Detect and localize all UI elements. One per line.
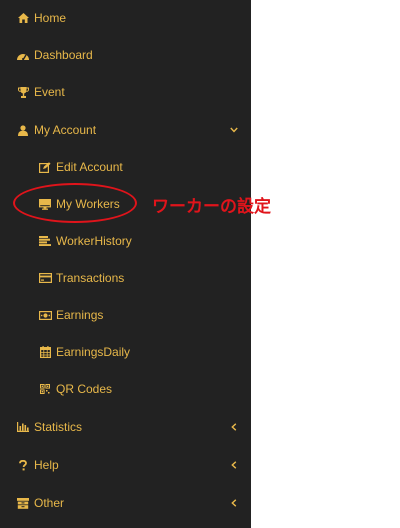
user-icon xyxy=(16,123,30,137)
sidebar-item-label: Statistics xyxy=(34,420,83,434)
question-icon xyxy=(16,458,30,472)
sidebar-item-statistics[interactable]: Statistics xyxy=(0,409,251,445)
sidebar-item-earnings[interactable]: Earnings xyxy=(0,297,251,333)
chevron-left-icon xyxy=(229,422,239,432)
sidebar-item-label: Other xyxy=(34,496,65,510)
chevron-down-icon xyxy=(229,125,239,135)
sidebar-item-transactions[interactable]: Transactions xyxy=(0,260,251,296)
sidebar-item-edit-account[interactable]: Edit Account xyxy=(0,149,251,185)
sidebar-item-other[interactable]: Other xyxy=(0,485,251,521)
sidebar-item-label: Help xyxy=(34,458,59,472)
qrcode-icon xyxy=(38,382,52,396)
sidebar-item-label: Transactions xyxy=(56,271,125,285)
sidebar-item-label: Edit Account xyxy=(56,160,123,174)
chevron-left-icon xyxy=(229,498,239,508)
sidebar-item-label: Dashboard xyxy=(34,48,93,62)
sidebar-item-qr-codes[interactable]: QR Codes xyxy=(0,371,251,407)
sidebar-item-label: My Workers xyxy=(56,197,120,211)
sidebar-item-label: Event xyxy=(34,85,65,99)
sidebar-item-label: My Account xyxy=(34,123,97,137)
credit-card-icon xyxy=(38,271,52,285)
dashboard-icon xyxy=(16,48,30,62)
sidebar-item-label: WorkerHistory xyxy=(56,234,132,248)
chevron-left-icon xyxy=(229,460,239,470)
calendar-icon xyxy=(38,345,52,359)
sidebar: Home Dashboard Event My Account Edit Acc… xyxy=(0,0,251,528)
archive-icon xyxy=(16,496,30,510)
sidebar-item-my-account[interactable]: My Account xyxy=(0,112,251,148)
sidebar-item-label: Earnings xyxy=(56,308,104,322)
money-icon xyxy=(38,308,52,322)
trophy-icon xyxy=(16,85,30,99)
sidebar-item-earnings-daily[interactable]: EarningsDaily xyxy=(0,334,251,370)
bar-chart-icon xyxy=(16,420,30,434)
sidebar-item-worker-history[interactable]: WorkerHistory xyxy=(0,223,251,259)
sidebar-item-help[interactable]: Help xyxy=(0,447,251,483)
list-icon xyxy=(38,234,52,248)
sidebar-item-label: EarningsDaily xyxy=(56,345,131,359)
sidebar-item-label: Home xyxy=(34,11,67,25)
sidebar-item-dashboard[interactable]: Dashboard xyxy=(0,37,251,73)
edit-icon xyxy=(38,160,52,174)
sidebar-item-home[interactable]: Home xyxy=(0,0,251,36)
sidebar-item-label: QR Codes xyxy=(56,382,113,396)
annotation-label: ワーカーの設定 xyxy=(152,197,271,217)
sidebar-item-event[interactable]: Event xyxy=(0,74,251,110)
home-icon xyxy=(16,11,30,25)
monitor-icon xyxy=(38,197,52,211)
